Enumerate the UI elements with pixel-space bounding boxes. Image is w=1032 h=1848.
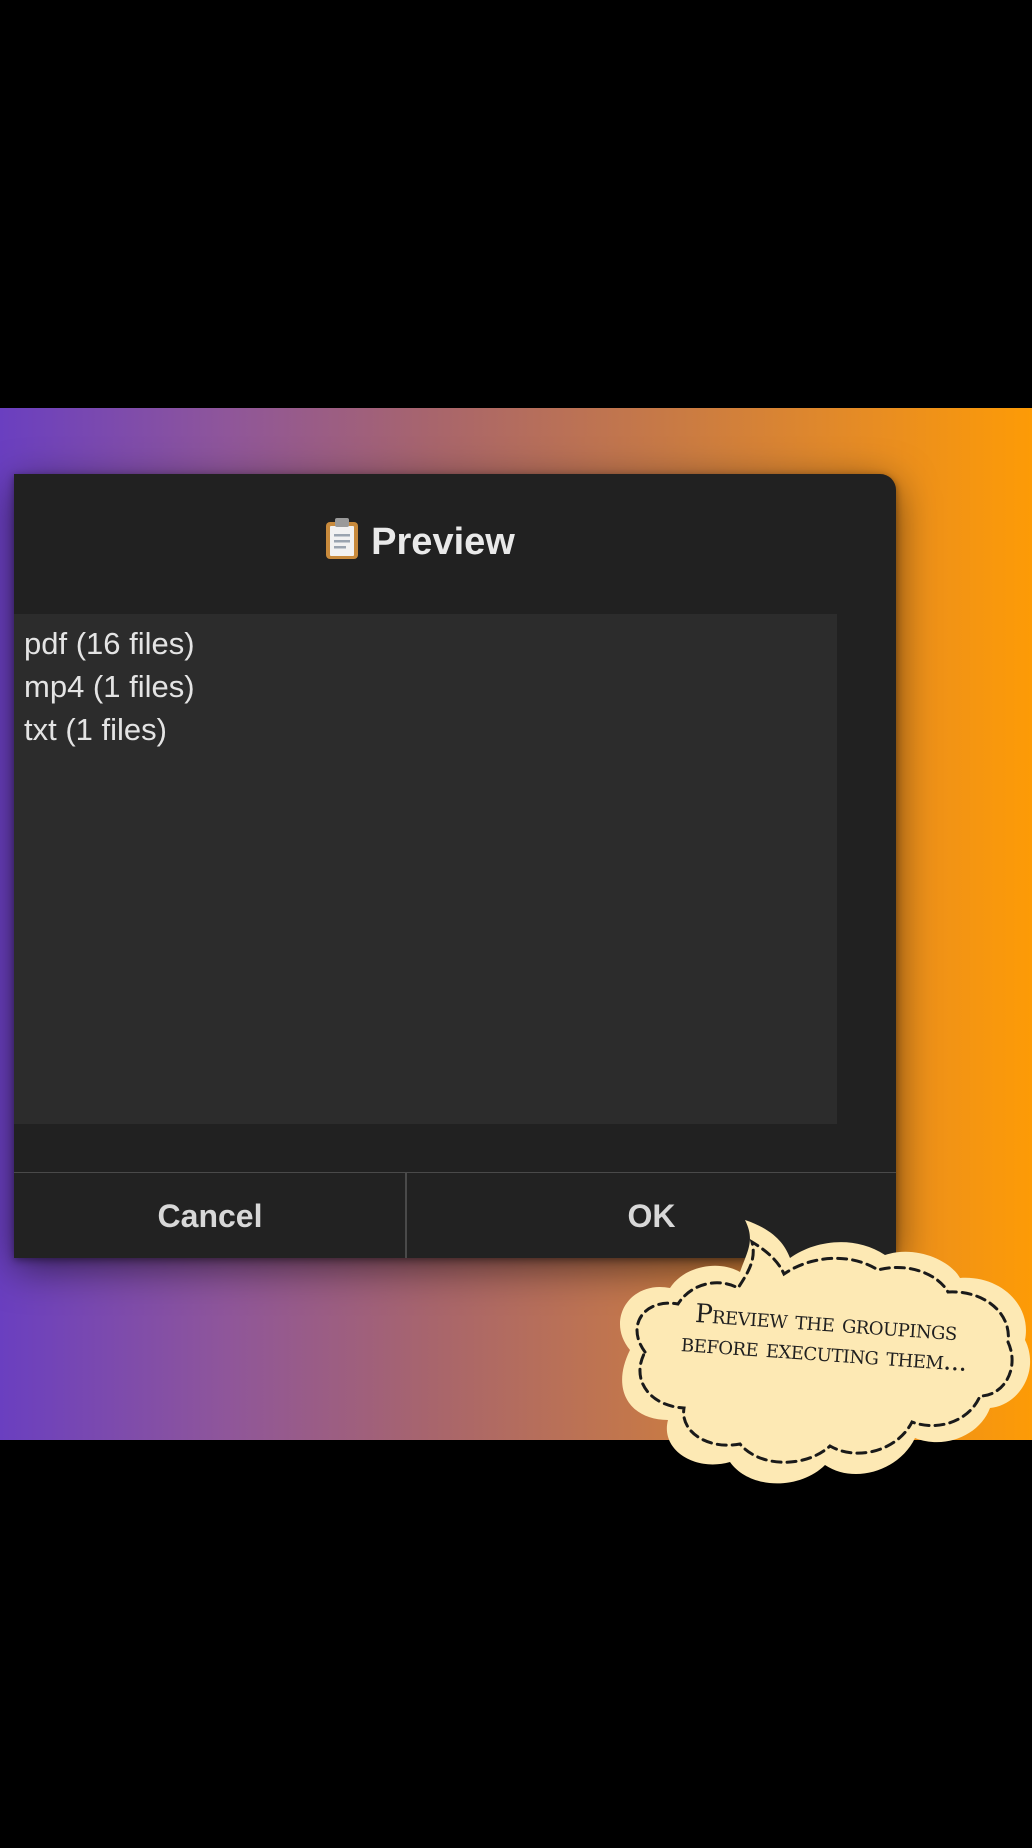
list-item-pdf[interactable]: pdf (16 files) xyxy=(24,628,195,659)
clipboard-icon xyxy=(325,518,359,560)
list-item-mp4[interactable]: mp4 (1 files) xyxy=(24,671,195,702)
preview-dialog: Preview pdf (16 files) mp4 (1 files) txt… xyxy=(14,474,896,1258)
preview-list[interactable]: pdf (16 files) mp4 (1 files) txt (1 file… xyxy=(14,614,837,1124)
dialog-title: Preview xyxy=(14,518,826,561)
cancel-button[interactable]: Cancel xyxy=(14,1173,406,1258)
dialog-title-text: Preview xyxy=(371,521,515,563)
list-item-txt[interactable]: txt (1 files) xyxy=(24,714,167,745)
screen: Preview pdf (16 files) mp4 (1 files) txt… xyxy=(0,0,1032,1848)
